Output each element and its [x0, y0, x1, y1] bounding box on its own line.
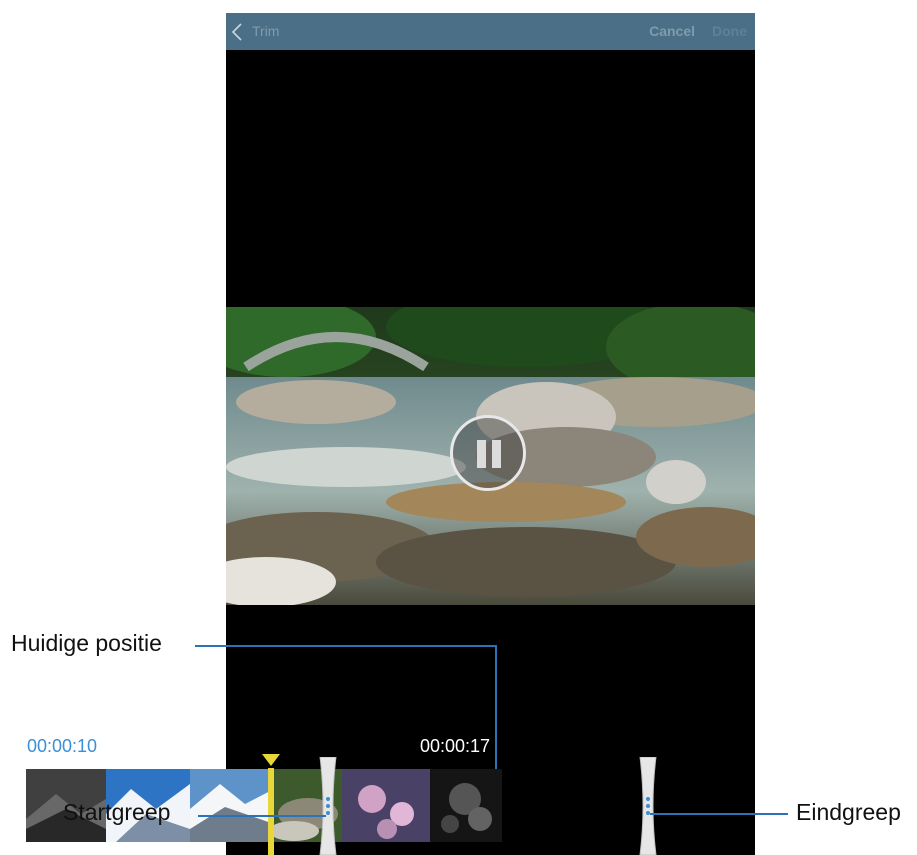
pause-icon	[477, 440, 486, 468]
pause-button[interactable]	[450, 415, 526, 491]
callout-leader-end-handle	[650, 813, 788, 815]
trim-end-time: 00:00:17	[420, 736, 491, 756]
cancel-button[interactable]: Cancel	[649, 23, 695, 39]
back-chevron-icon[interactable]	[230, 22, 244, 42]
video-preview[interactable]	[226, 307, 755, 605]
callout-leader-current-position-vertical	[495, 645, 497, 769]
trimmed-region-end	[430, 769, 502, 842]
filmstrip-frame	[190, 769, 274, 842]
trim-start-handle[interactable]	[318, 757, 338, 855]
screen-title: Trim	[252, 23, 280, 39]
pause-icon-bar	[492, 440, 501, 468]
top-bar: Trim Cancel Done	[226, 13, 755, 50]
callout-leader-start-handle	[198, 815, 326, 817]
callout-end-handle: Eindgreep	[796, 799, 901, 825]
callout-current-position: Huidige positie	[11, 630, 162, 656]
callout-start-handle: Startgreep	[63, 799, 171, 825]
playhead-marker-icon[interactable]	[262, 754, 280, 766]
playhead-line[interactable]	[268, 768, 274, 855]
phone-screen: Trim Cancel Done	[226, 13, 755, 855]
trim-end-handle[interactable]	[638, 757, 658, 855]
done-button[interactable]: Done	[712, 23, 747, 39]
trim-start-time: 00:00:10	[27, 736, 98, 756]
callout-leader-current-position	[195, 645, 497, 647]
filmstrip-frame	[342, 769, 430, 842]
